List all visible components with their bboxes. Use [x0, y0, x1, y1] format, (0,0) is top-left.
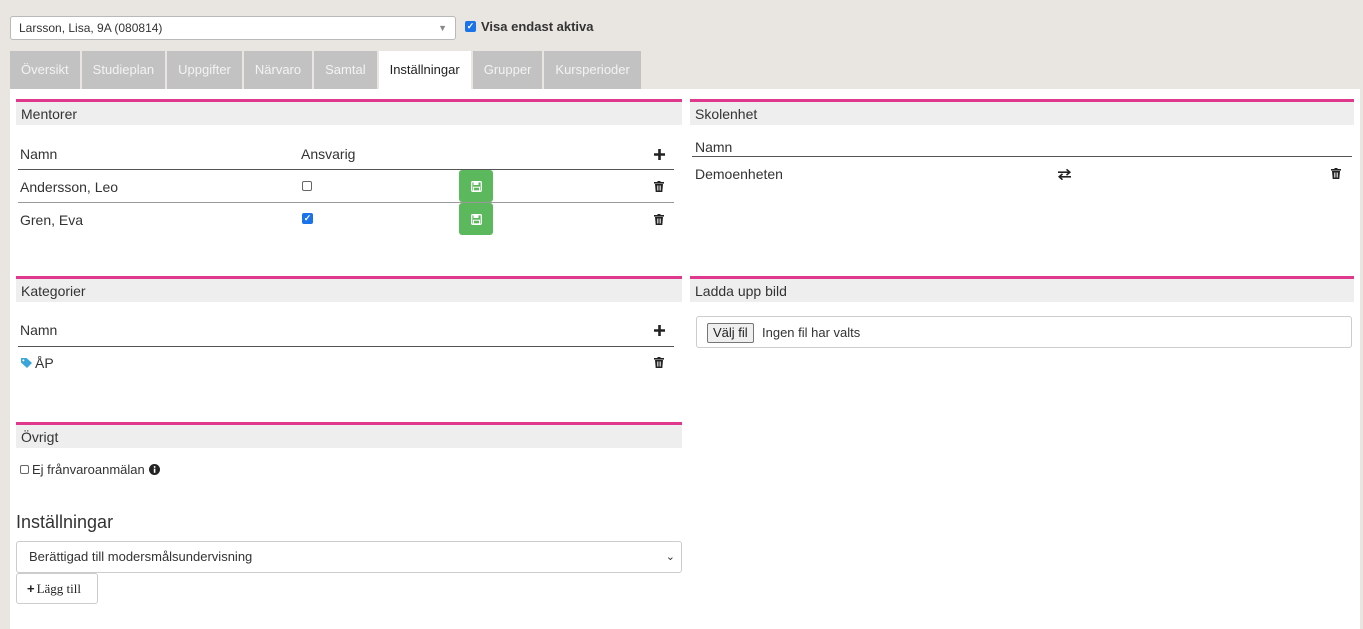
tab-samtal[interactable]: Samtal [314, 51, 377, 89]
school-unit-header: Skolenhet [690, 99, 1354, 125]
no-absence-checkbox[interactable] [20, 465, 29, 474]
settings-selected-value: Berättigad till modersmålsundervisning [29, 549, 253, 564]
tab-installningar[interactable]: Inställningar [378, 51, 471, 90]
floppy-disk-icon [470, 180, 482, 192]
active-only-toggle[interactable]: ✓ Visa endast aktiva [465, 19, 594, 34]
school-unit-header-divider [692, 156, 1352, 157]
plus-icon: + [27, 581, 35, 596]
categories-col-name: Namn [20, 322, 58, 338]
mentor-name: Gren, Eva [20, 212, 84, 228]
trash-icon[interactable] [654, 181, 664, 192]
info-icon[interactable] [148, 464, 160, 475]
active-only-label: Visa endast aktiva [481, 19, 594, 34]
categories-header: Kategorier [16, 276, 682, 302]
tab-grupper[interactable]: Grupper [472, 51, 543, 89]
upload-panel: Ladda upp bild [690, 276, 1354, 306]
chevron-down-icon: ⌄ [665, 551, 675, 563]
responsible-checkbox[interactable]: ✓ [302, 213, 313, 224]
add-setting-button[interactable]: + Lägg till [16, 573, 98, 604]
dropdown-caret-icon: ▼ [438, 23, 447, 33]
school-unit-col-name: Namn [695, 139, 733, 155]
no-absence-option[interactable]: Ej frånvaroanmälan [20, 462, 160, 477]
upload-header: Ladda upp bild [690, 276, 1354, 302]
exchange-icon[interactable] [1058, 169, 1071, 180]
settings-select[interactable]: Berättigad till modersmålsundervisning ⌄ [16, 541, 682, 573]
trash-icon[interactable] [654, 214, 664, 225]
floppy-disk-icon [470, 213, 482, 225]
settings-title: Inställningar [16, 512, 114, 532]
trash-icon[interactable] [1331, 168, 1341, 179]
mentors-panel: Mentorer Namn Ansvarig Andersson, Leo Gr… [16, 99, 682, 269]
school-unit-panel: Skolenhet Namn Demoenheten [690, 99, 1354, 269]
main-content: Mentorer Namn Ansvarig Andersson, Leo Gr… [10, 89, 1360, 629]
trash-icon[interactable] [654, 357, 664, 368]
tab-kursperioder[interactable]: Kursperioder [544, 51, 641, 89]
choose-file-button[interactable]: Välj fil [707, 323, 754, 343]
row-divider [18, 202, 674, 203]
mentors-col-responsible: Ansvarig [301, 146, 356, 162]
other-panel: Övrigt Ej frånvaroanmälan [16, 422, 682, 482]
school-unit-name: Demoenheten [695, 166, 783, 182]
tab-bar: Översikt Studieplan Uppgifter Närvaro Sa… [10, 51, 643, 90]
top-bar: Larsson, Lisa, 9A (080814) ▼ ✓ Visa enda… [0, 0, 1363, 50]
add-category-plus-icon[interactable] [654, 325, 665, 336]
tab-uppgifter[interactable]: Uppgifter [167, 51, 242, 89]
file-upload-input[interactable]: Välj fil Ingen fil har valts [696, 316, 1352, 348]
categories-panel: Kategorier Namn ÅP [16, 276, 682, 416]
mentors-col-name: Namn [20, 146, 58, 162]
no-absence-label: Ej frånvaroanmälan [32, 462, 145, 477]
add-mentor-plus-icon[interactable] [654, 149, 665, 160]
responsible-checkbox[interactable] [302, 181, 312, 191]
file-status-text: Ingen fil har valts [762, 325, 861, 340]
student-select-value: Larsson, Lisa, 9A (080814) [19, 21, 163, 35]
mentors-header: Mentorer [16, 99, 682, 125]
tab-oversikt[interactable]: Översikt [10, 51, 80, 89]
student-select[interactable]: Larsson, Lisa, 9A (080814) ▼ [10, 16, 456, 40]
tag-icon [21, 358, 32, 368]
category-name: ÅP [35, 355, 54, 371]
save-button[interactable] [459, 170, 493, 202]
tab-studieplan[interactable]: Studieplan [81, 51, 166, 89]
mentors-header-divider [18, 169, 674, 170]
mentor-name: Andersson, Leo [20, 179, 119, 195]
active-only-checkbox[interactable]: ✓ [465, 21, 476, 32]
categories-header-divider [18, 346, 674, 347]
save-button[interactable] [459, 203, 493, 235]
tab-narvaro[interactable]: Närvaro [243, 51, 313, 89]
other-header: Övrigt [16, 422, 682, 448]
add-setting-label: Lägg till [36, 581, 82, 596]
